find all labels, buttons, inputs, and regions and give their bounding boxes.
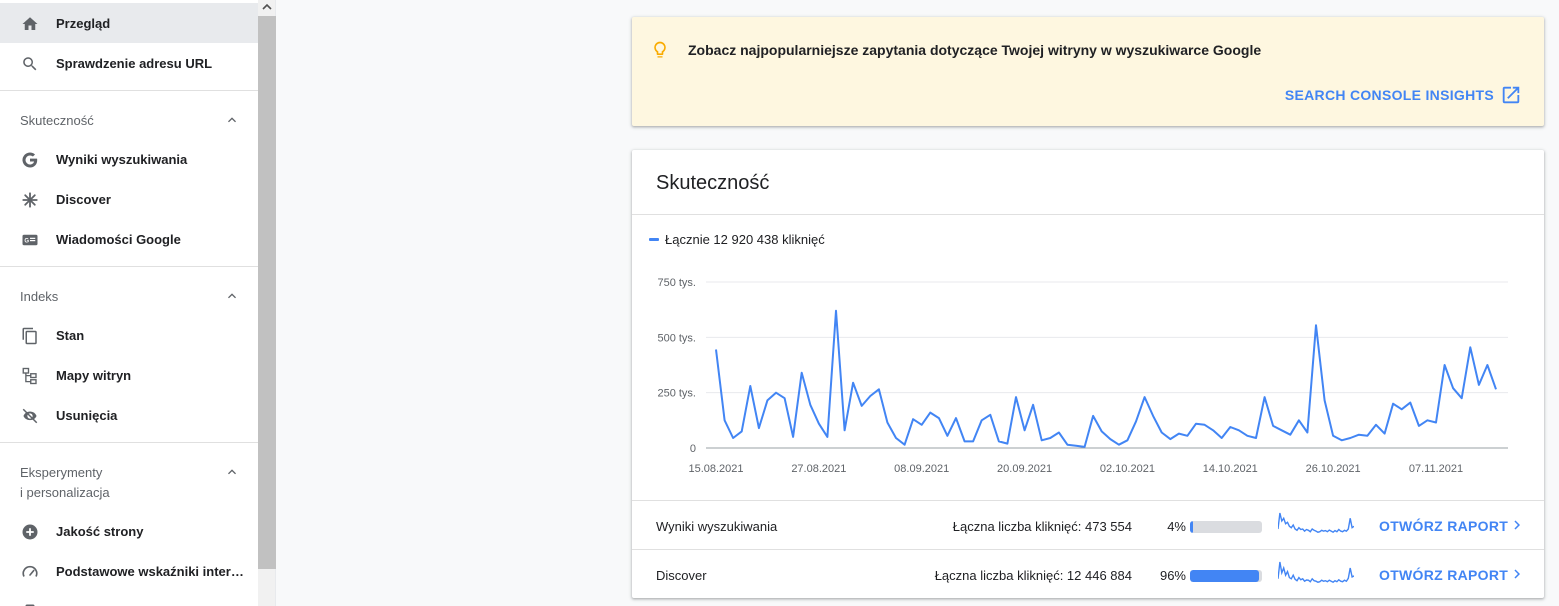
sidebar-item-przeglad[interactable]: Przegląd <box>0 3 258 43</box>
sidebar-divider <box>0 90 258 91</box>
row-total: Łączna liczba kliknięć: 12 446 884 <box>934 568 1132 583</box>
row-percent: 96% <box>1159 568 1186 583</box>
open-report-button[interactable]: OTWÓRZ RAPORT <box>1379 518 1508 534</box>
x-tick-label: 15.08.2021 <box>688 463 743 475</box>
sidebar-scrollbar[interactable] <box>258 0 276 606</box>
sparkline-path <box>1278 512 1354 534</box>
google-g-icon <box>20 150 40 170</box>
speedometer-icon <box>20 562 40 582</box>
chevron-up-icon <box>228 293 236 299</box>
table-row: Wyniki wyszukiwania Łączna liczba klikni… <box>632 500 1544 549</box>
sidebar-item-label: Jakość strony <box>56 524 144 539</box>
share-bar <box>1190 570 1262 582</box>
section-title-line1: Eksperymenty <box>20 465 103 480</box>
search-icon <box>20 54 40 74</box>
chart-legend: Łącznie 12 920 438 kliknięć <box>649 232 825 247</box>
sidebar-item-label: Sprawdzenie adresu URL <box>56 56 213 71</box>
legend-label: Łącznie 12 920 438 kliknięć <box>665 232 825 247</box>
asterisk-icon <box>20 190 40 210</box>
row-name: Wyniki wyszukiwania <box>656 519 778 534</box>
section-title: Indeks <box>20 289 59 304</box>
sparkline <box>1278 561 1354 584</box>
sidebar-item-label: Mapy witryn <box>56 368 132 383</box>
open-in-new-icon[interactable] <box>1500 84 1522 106</box>
plus-circle-icon <box>20 522 40 542</box>
sparkline <box>1278 512 1354 534</box>
sidebar-divider <box>0 266 258 267</box>
chevron-up-icon <box>228 117 236 123</box>
svg-text:G: G <box>24 239 29 245</box>
x-tick-label: 02.10.2021 <box>1100 463 1155 475</box>
sidebar-item-label: Wyniki wyszukiwania <box>56 152 188 167</box>
open-report-button[interactable]: OTWÓRZ RAPORT <box>1379 567 1508 583</box>
y-tick-label: 0 <box>690 443 696 455</box>
sidebar-item-stan[interactable]: Stan <box>0 315 258 355</box>
banner-text: Zobacz najpopularniejsze zapytania dotyc… <box>688 42 1262 58</box>
scroll-up-arrow-icon[interactable] <box>258 0 276 14</box>
sidebar-item-removals[interactable]: Usunięcia <box>0 395 258 435</box>
share-bar <box>1190 521 1262 533</box>
row-percent: 4% <box>1167 519 1186 534</box>
x-tick-label: 08.09.2021 <box>894 463 949 475</box>
sidebar-item-sitemaps[interactable]: Mapy witryn <box>0 355 258 395</box>
performance-chart: 0 250 tys. 500 tys. 750 tys. 15.08.2021 27.08… <box>657 277 1508 475</box>
section-header-eksperymenty[interactable]: Eksperymenty i personalizacja <box>0 451 258 511</box>
legend-swatch <box>649 238 659 241</box>
sidebar-item-search-results[interactable]: Wyniki wyszukiwania <box>0 139 258 179</box>
sidebar-item-label: Usunięcia <box>56 408 118 423</box>
sidebar-divider <box>0 442 258 443</box>
row-total: Łączna liczba kliknięć: 473 554 <box>952 519 1132 534</box>
sidebar-item-label: Podstawowe wskaźniki inter… <box>56 564 244 579</box>
google-news-icon: G <box>20 230 40 250</box>
chevron-right-icon[interactable] <box>1508 565 1526 583</box>
lightbulb-icon <box>654 41 666 58</box>
pages-icon <box>20 326 40 346</box>
chevron-right-icon[interactable] <box>1508 516 1526 534</box>
device-icon <box>20 602 40 606</box>
card-divider <box>632 214 1544 215</box>
y-tick-label: 500 tys. <box>657 332 696 344</box>
x-tick-label: 27.08.2021 <box>791 463 846 475</box>
row-name: Discover <box>656 568 707 583</box>
sidebar: Przegląd Sprawdzenie adresu URL Skuteczn… <box>0 0 258 606</box>
insights-banner: Zobacz najpopularniejsze zapytania dotyc… <box>632 17 1544 126</box>
sidebar-item-partial[interactable] <box>0 591 258 606</box>
section-title: Skuteczność <box>20 113 94 128</box>
chevron-up-icon <box>228 469 236 475</box>
eye-off-icon <box>20 406 40 426</box>
x-tick-label: 20.09.2021 <box>997 463 1052 475</box>
section-header-indeks[interactable]: Indeks <box>0 275 258 315</box>
home-icon <box>20 14 40 34</box>
performance-card: Skuteczność Łącznie 12 920 438 kliknięć … <box>632 150 1544 598</box>
y-tick-label: 750 tys. <box>657 277 696 289</box>
y-tick-label: 250 tys. <box>657 388 696 400</box>
sidebar-item-page-experience[interactable]: Jakość strony <box>0 511 258 551</box>
scrollbar-thumb[interactable] <box>258 16 276 569</box>
sidebar-item-core-web-vitals[interactable]: Podstawowe wskaźniki inter… <box>0 551 258 591</box>
sparkline-path <box>1278 561 1354 584</box>
sidebar-item-label: Przegląd <box>56 16 111 31</box>
search-console-insights-link[interactable]: SEARCH CONSOLE INSIGHTS <box>1285 87 1494 103</box>
share-bar-fill <box>1190 570 1260 582</box>
sidebar-item-discover[interactable]: Discover <box>0 179 258 219</box>
series-line <box>715 309 1497 448</box>
table-row: Discover Łączna liczba kliknięć: 12 446 … <box>632 549 1544 598</box>
sidebar-item-label: Discover <box>56 192 111 207</box>
sidebar-item-label: Wiadomości Google <box>56 232 181 247</box>
section-header-skutecznosc[interactable]: Skuteczność <box>0 99 258 139</box>
x-tick-label: 07.11.2021 <box>1409 463 1463 475</box>
section-title-line2: i personalizacja <box>20 485 110 500</box>
x-tick-label: 26.10.2021 <box>1306 463 1361 475</box>
x-tick-label: 14.10.2021 <box>1203 463 1258 475</box>
sidebar-item-label: Stan <box>56 328 85 343</box>
share-bar-fill <box>1190 521 1193 533</box>
sitemap-icon <box>20 366 40 386</box>
sidebar-item-google-news[interactable]: G Wiadomości Google <box>0 219 258 259</box>
card-title: Skuteczność <box>656 172 770 194</box>
sidebar-item-url-inspection[interactable]: Sprawdzenie adresu URL <box>0 43 258 83</box>
